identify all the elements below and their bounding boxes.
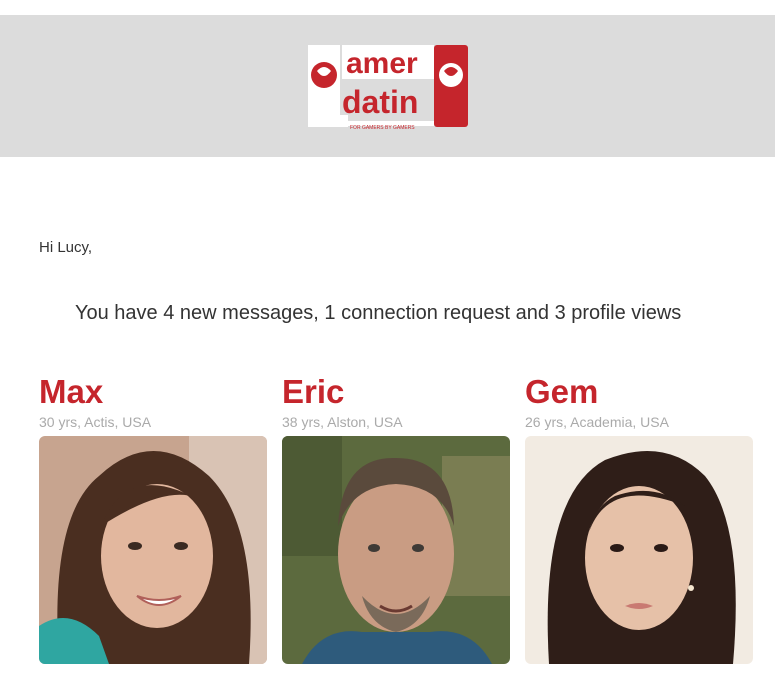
greeting-text: Hi Lucy, (39, 239, 93, 256)
logo-tagline: FOR GAMERS BY GAMERS (350, 125, 415, 131)
profile-meta: 38 yrs, Alston, USA (282, 414, 403, 430)
logo-graphic: amer datin FOR GAMERS BY GAMERS (307, 45, 468, 131)
profile-meta: 30 yrs, Actis, USA (39, 414, 152, 430)
svg-text:datin: datin (342, 84, 418, 120)
profile-card-gem[interactable]: Gem 26 yrs, Academia, USA (525, 374, 753, 664)
profile-name[interactable]: Max (39, 374, 267, 412)
top-strip (0, 0, 775, 15)
gamer-dating-logo[interactable]: amer datin FOR GAMERS BY GAMERS (288, 31, 488, 141)
profile-photo[interactable] (39, 436, 267, 664)
email-header: amer datin FOR GAMERS BY GAMERS (0, 15, 775, 157)
activity-summary: You have 4 new messages, 1 connection re… (75, 302, 682, 324)
profile-name[interactable]: Gem (525, 374, 753, 412)
profile-photo-image (525, 436, 753, 664)
svg-text:amer: amer (346, 47, 418, 80)
profile-photo-image (39, 436, 267, 664)
profile-card-eric[interactable]: Eric 38 yrs, Alston, USA (282, 374, 510, 664)
profile-card-max[interactable]: Max 30 yrs, Actis, USA (39, 374, 267, 664)
profile-photo[interactable] (525, 436, 753, 664)
profile-name[interactable]: Eric (282, 374, 510, 412)
profile-photo-image (282, 436, 510, 664)
profile-meta: 26 yrs, Academia, USA (525, 414, 669, 430)
profile-photo[interactable] (282, 436, 510, 664)
profile-list: Max 30 yrs, Actis, USA Eric 38 yrs, Alst (39, 374, 753, 664)
